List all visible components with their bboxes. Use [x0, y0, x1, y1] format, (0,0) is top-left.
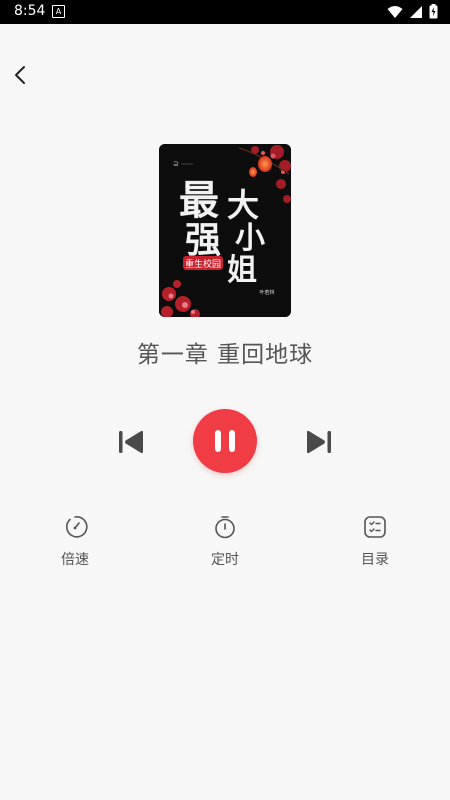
- chapter-title: 第一章 重回地球: [136, 342, 314, 368]
- speed-icon: [66, 516, 88, 538]
- book-cover: ⊇ 最 强 大 小 姐 重生校园 叶若林: [159, 144, 291, 317]
- catalog-button[interactable]: 目录: [335, 514, 415, 569]
- back-button[interactable]: [8, 62, 34, 88]
- battery-charging-icon: [429, 4, 438, 19]
- cover-title-char-1: 最: [179, 177, 219, 224]
- cover-title-char-3: 大: [227, 186, 259, 224]
- wifi-icon: [387, 5, 403, 18]
- cover-author: 叶若林: [259, 289, 274, 296]
- catalog-icon: [364, 516, 386, 538]
- status-icons: [387, 4, 438, 19]
- timer-label: 定时: [211, 552, 239, 568]
- skip-previous-icon: [119, 430, 143, 454]
- cover-title-char-4: 小: [235, 221, 265, 256]
- cover-subtitle: 重生校园: [185, 258, 221, 270]
- skip-next-icon: [307, 430, 331, 454]
- timer-icon: [215, 516, 235, 539]
- chevron-left-icon: [15, 66, 25, 84]
- book-cover-art: ⊇ 最 强 大 小 姐 重生校园 叶若林: [159, 144, 291, 317]
- pause-icon-bar-left: [215, 430, 221, 452]
- timer-button[interactable]: 定时: [185, 514, 265, 569]
- status-bar: 8:54 A: [0, 0, 450, 24]
- speed-button[interactable]: 倍速: [35, 514, 115, 569]
- cover-title-char-2: 强: [185, 219, 221, 261]
- svg-text:⊇: ⊇: [173, 160, 179, 168]
- cover-title-char-5: 姐: [227, 253, 257, 288]
- speed-label: 倍速: [61, 552, 89, 568]
- pause-icon-bar-right: [229, 430, 235, 452]
- previous-chapter-button[interactable]: [116, 428, 146, 456]
- catalog-label: 目录: [361, 552, 389, 568]
- status-time: 8:54: [14, 3, 46, 19]
- signal-icon: [410, 5, 422, 18]
- notification-a-icon: A: [52, 5, 65, 18]
- next-chapter-button[interactable]: [304, 428, 334, 456]
- pause-button[interactable]: [193, 409, 257, 473]
